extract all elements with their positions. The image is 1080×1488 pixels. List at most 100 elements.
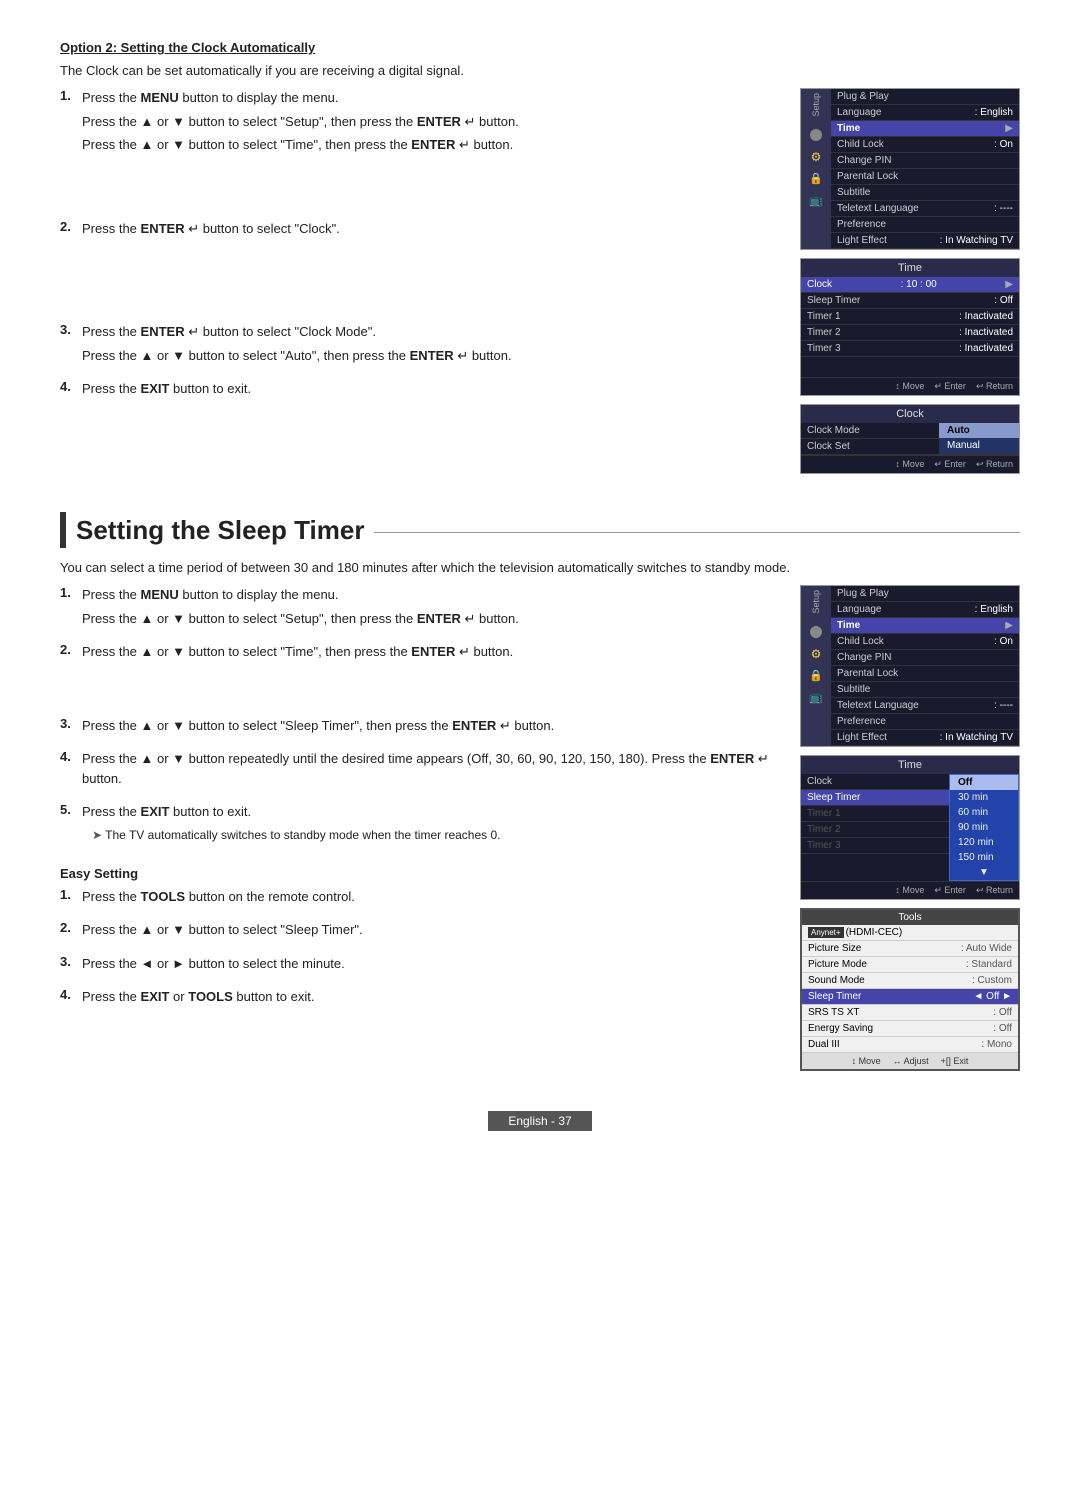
screen-row-language: Language : English (831, 105, 1019, 121)
clock-screen-body: Clock Mode Clock Set Auto Manual (801, 423, 1019, 455)
step3-line2: Press the ▲ or ▼ button to select "Auto"… (82, 346, 770, 366)
sleep-timer-section: Setting the Sleep Timer You can select a… (60, 512, 1020, 1071)
step-num-4: 4. (60, 379, 76, 394)
easy-step2: 2. Press the ▲ or ▼ button to select "Sl… (60, 920, 770, 944)
sleep-opt-off: Off (950, 775, 1018, 790)
clock-row-set: Clock Set (801, 439, 939, 455)
sidebar-icon-plug (806, 127, 826, 143)
step-num-3: 3. (60, 322, 76, 337)
setup-label: Setup (811, 93, 821, 117)
screen4-main: Plug & Play Language : English Time ▶ Ch… (831, 586, 1019, 746)
time5-footer: ↕ Move ↵ Enter ↩ Return (801, 881, 1019, 899)
sleep-step1-line1: Press the MENU button to display the men… (82, 585, 770, 605)
step3-content: Press the ENTER ↵ button to select "Cloc… (82, 322, 770, 369)
clock-screen-footer: ↕ Move ↵ Enter ↩ Return (801, 455, 1019, 473)
sleep-step5-line1: Press the EXIT button to exit. (82, 802, 770, 822)
step2-line1: Press the ENTER ↵ button to select "Cloc… (82, 219, 770, 239)
setup-screen-4: Setup ⚙ 🔒 📺 (800, 585, 1020, 747)
step-num-1: 1. (60, 88, 76, 103)
easy-step-num-2: 2. (60, 920, 76, 935)
tools-row-picturesize: Picture Size : Auto Wide (802, 941, 1018, 957)
screen-row-parentallock: Parental Lock (831, 169, 1019, 185)
sleep-step3-content: Press the ▲ or ▼ button to select "Sleep… (82, 716, 770, 740)
sleep-step3-line1: Press the ▲ or ▼ button to select "Sleep… (82, 716, 770, 736)
sleep-step5: 5. Press the EXIT button to exit. ➤ The … (60, 802, 770, 848)
tools-row-dualiii: Dual III : Mono (802, 1037, 1018, 1053)
screen4-layout: Setup ⚙ 🔒 📺 (801, 586, 1019, 746)
screen4-row-plug: Plug & Play (831, 586, 1019, 602)
sleep-opt-60: 60 min (950, 805, 1018, 820)
sleep-step1-content: Press the MENU button to display the men… (82, 585, 770, 632)
sleep-timer-intro: You can select a time period of between … (60, 560, 1020, 575)
screen-row-subtitle: Subtitle (831, 185, 1019, 201)
sidebar-icon-gear-4: ⚙ (806, 646, 826, 662)
screen-row-teletext: Teletext Language : ---- (831, 201, 1019, 217)
sleep-step2-line1: Press the ▲ or ▼ button to select "Time"… (82, 642, 770, 662)
step1-line2: Press the ▲ or ▼ button to select "Setup… (82, 112, 770, 132)
option2-intro: The Clock can be set automatically if yo… (60, 63, 1020, 78)
clock-screen-3: Clock Clock Mode Clock Set Auto Manual (800, 404, 1020, 474)
sleep-screens: Setup ⚙ 🔒 📺 (800, 585, 1020, 1071)
sidebar-icon-lock-4: 🔒 (806, 668, 826, 684)
time-screen-5-body: Clock Sleep Timer Timer 1 Timer 2 Timer (801, 774, 1019, 881)
sleep-opt-120: 120 min (950, 835, 1018, 850)
easy-step4-text: Press the EXIT or TOOLS button to exit. (82, 987, 770, 1007)
time5-row-clock: Clock (801, 774, 949, 790)
easy-step2-text: Press the ▲ or ▼ button to select "Sleep… (82, 920, 770, 940)
tools-row-anynet: Anynet+(HDMI-CEC) (802, 925, 1018, 941)
screen4-row-subtitle: Subtitle (831, 682, 1019, 698)
option2-steps: 1. Press the MENU button to display the … (60, 88, 770, 482)
time5-left: Clock Sleep Timer Timer 1 Timer 2 Timer (801, 774, 949, 881)
easy-step-num-4: 4. (60, 987, 76, 1002)
time5-row-timer2: Timer 2 (801, 822, 949, 838)
sleep-step-num-1: 1. (60, 585, 76, 600)
easy-step1: 1. Press the TOOLS button on the remote … (60, 887, 770, 911)
option2-step2: 2. Press the ENTER ↵ button to select "C… (60, 219, 770, 243)
easy-step-num-1: 1. (60, 887, 76, 902)
clock-left-rows: Clock Mode Clock Set (801, 423, 939, 455)
screen1-layout: Setup ⚙ 🔒 📺 (801, 89, 1019, 249)
sleep-timer-divider: Setting the Sleep Timer (60, 512, 1020, 548)
sleep-more-arrow: ▼ (950, 865, 1018, 880)
time-row-timer2: Timer 2 : Inactivated (801, 325, 1019, 341)
setup-label-4: Setup (811, 590, 821, 614)
screen4-sidebar: Setup ⚙ 🔒 📺 (801, 586, 831, 746)
screen4-row-teletext: Teletext Language : ---- (831, 698, 1019, 714)
sleep-step-num-2: 2. (60, 642, 76, 657)
screen-row-childlock: Child Lock : On (831, 137, 1019, 153)
step1-content: Press the MENU button to display the men… (82, 88, 770, 159)
time-row-timer3: Timer 3 : Inactivated (801, 341, 1019, 357)
setup-screen-1: Setup ⚙ 🔒 📺 (800, 88, 1020, 250)
step1-line1: Press the MENU button to display the men… (82, 88, 770, 108)
step2-content: Press the ENTER ↵ button to select "Cloc… (82, 219, 770, 243)
sleep-dropdown: Off 30 min 60 min 90 min 120 min 150 min… (949, 774, 1019, 881)
clock-dropdown: Auto Manual (939, 423, 1019, 455)
sleep-step3: 3. Press the ▲ or ▼ button to select "Sl… (60, 716, 770, 740)
sleep-step4: 4. Press the ▲ or ▼ button repeatedly un… (60, 749, 770, 792)
screen-row-changepin: Change PIN (831, 153, 1019, 169)
tools-row-energysaving: Energy Saving : Off (802, 1021, 1018, 1037)
option2-step4: 4. Press the EXIT button to exit. (60, 379, 770, 403)
clock-screen-header: Clock (801, 405, 1019, 423)
section-line (374, 532, 1020, 533)
tools-screen: Tools Anynet+(HDMI-CEC) Picture Size : A… (800, 908, 1020, 1071)
time5-row-timer3: Timer 3 (801, 838, 949, 854)
page-number: English - 37 (488, 1111, 591, 1131)
page-number-container: English - 37 (60, 1091, 1020, 1151)
time-screen-2: Time Clock : 10 : 00 ▶ Sleep Timer : Off… (800, 258, 1020, 396)
time-screen-footer: ↕ Move ↵ Enter ↩ Return (801, 377, 1019, 395)
dropdown-manual: Manual (939, 438, 1019, 453)
sidebar-icon-lock: 🔒 (806, 171, 826, 187)
sleep-timer-layout: 1. Press the MENU button to display the … (60, 585, 1020, 1071)
sidebar-icon-tv-4: 📺 (806, 690, 826, 706)
tools-row-picturemode: Picture Mode : Standard (802, 957, 1018, 973)
tools-row-sleeptimer: Sleep Timer ◄ Off ► (802, 989, 1018, 1005)
time-screen-header: Time (801, 259, 1019, 277)
sleep-opt-30: 30 min (950, 790, 1018, 805)
sleep-step-num-4: 4. (60, 749, 76, 764)
option2-screens: Setup ⚙ 🔒 📺 (800, 88, 1020, 482)
option2-layout: 1. Press the MENU button to display the … (60, 88, 1020, 482)
sleep-opt-150: 150 min (950, 850, 1018, 865)
step4-line1: Press the EXIT button to exit. (82, 379, 770, 399)
time-row-sleep: Sleep Timer : Off (801, 293, 1019, 309)
